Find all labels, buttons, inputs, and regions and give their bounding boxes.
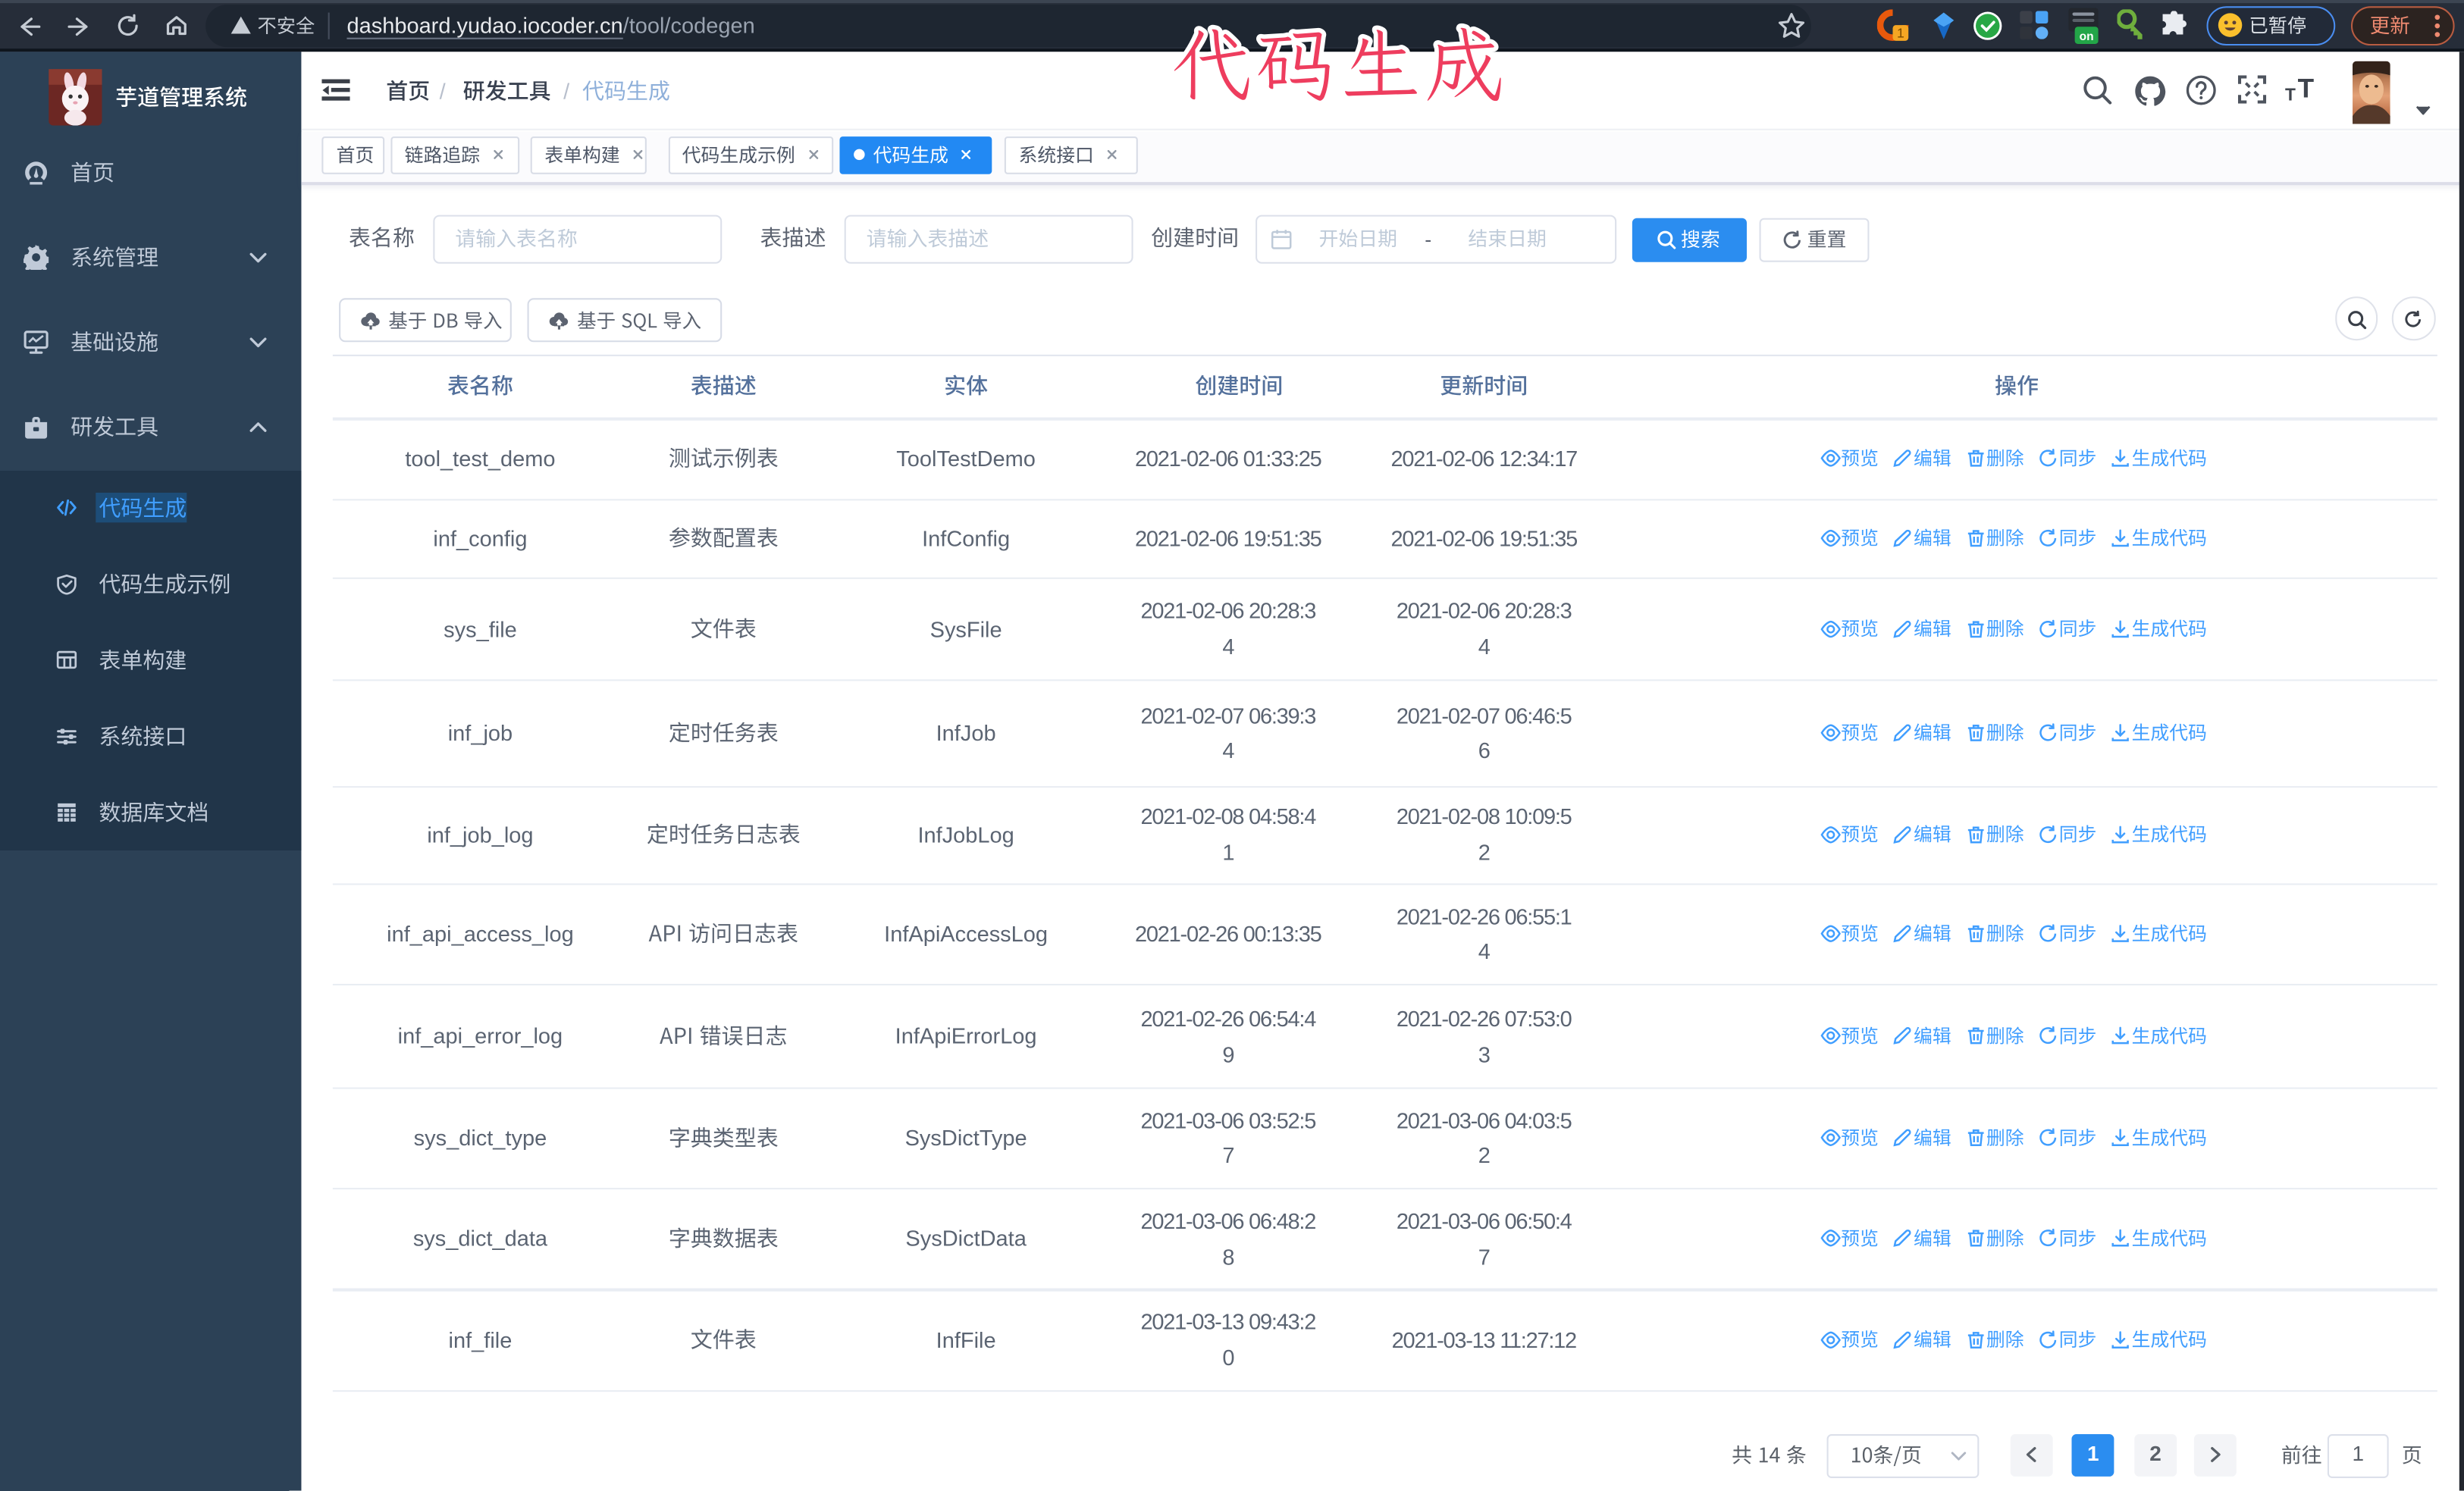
svg-text:1: 1 [1897,26,1904,41]
svg-text:on: on [2080,30,2094,43]
